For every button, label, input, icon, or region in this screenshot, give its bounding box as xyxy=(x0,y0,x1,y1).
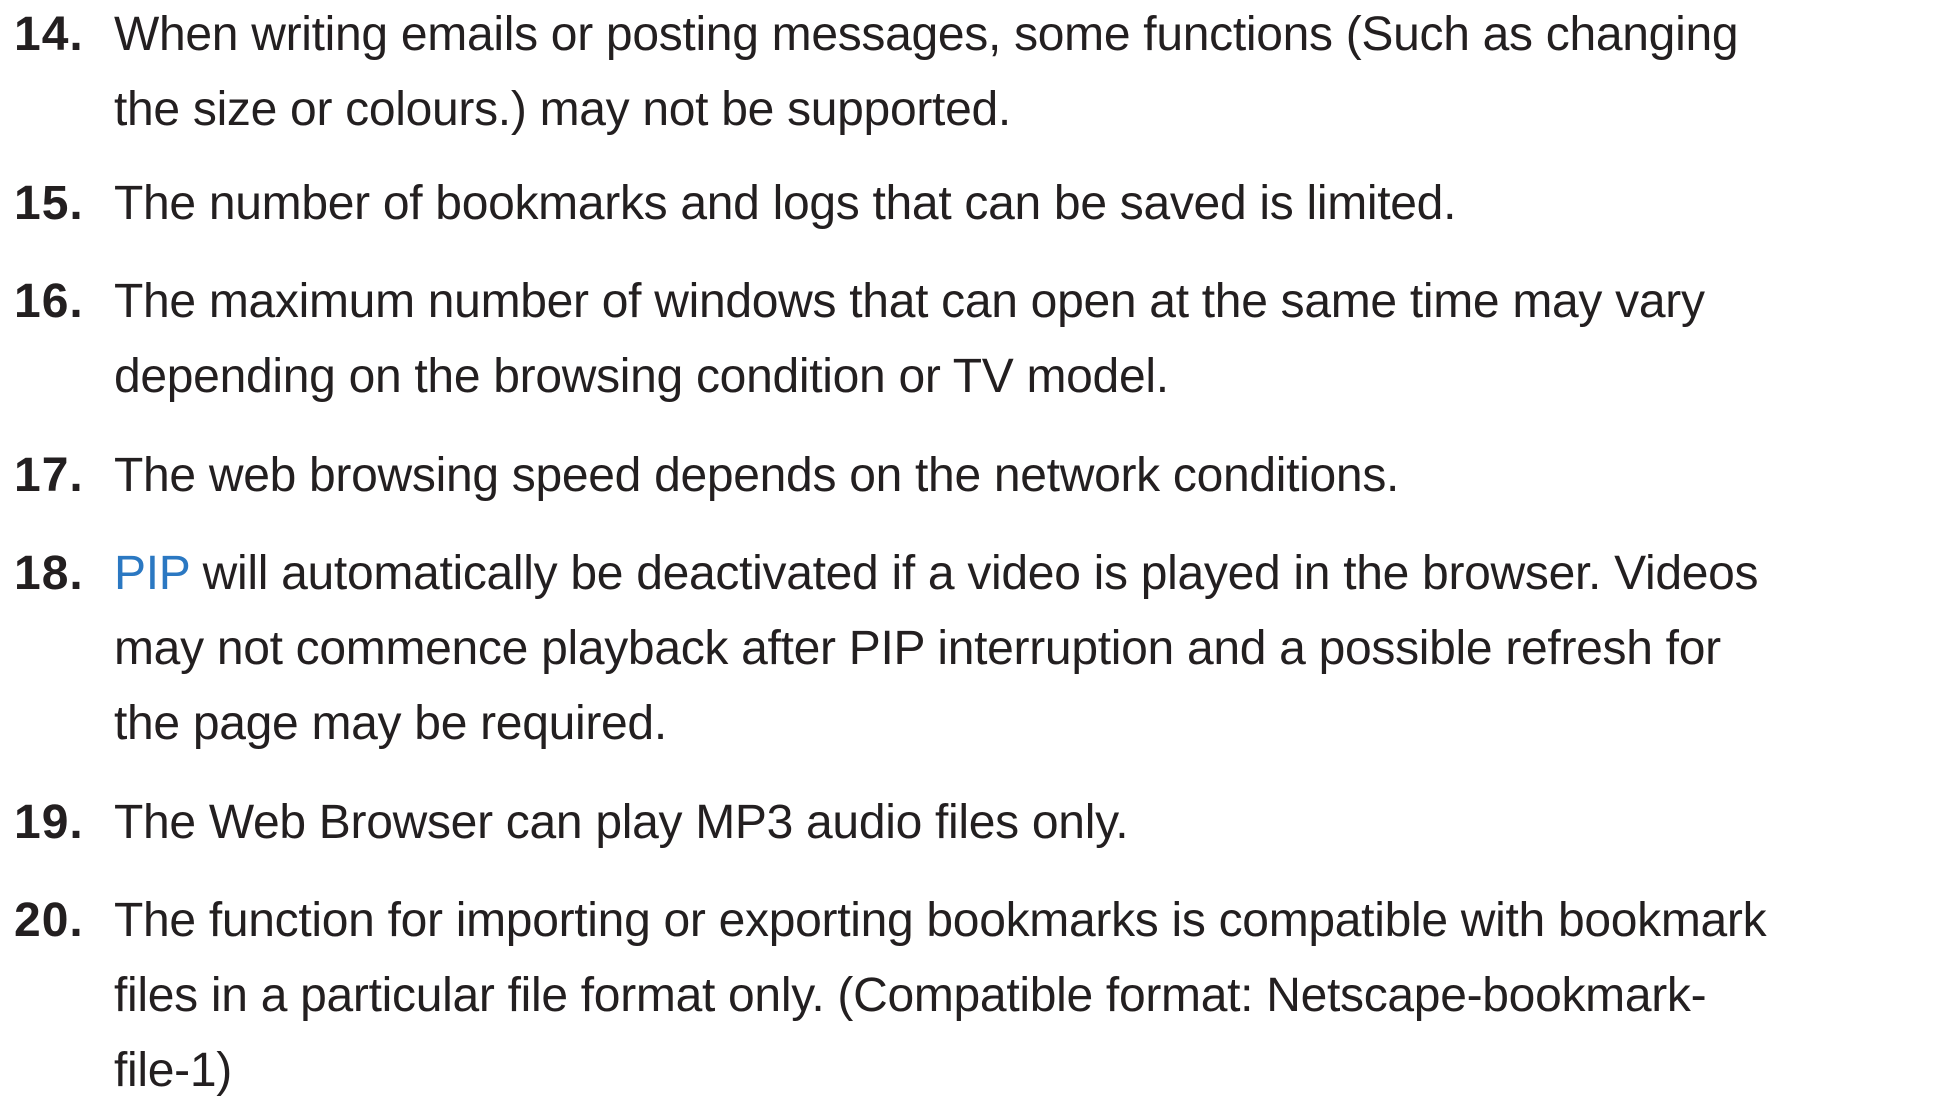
item-text-line: may not commence playback after PIP inte… xyxy=(114,622,1721,675)
item-number: 17. xyxy=(14,449,84,502)
item-text-segment: will automatically be deactivated if a v… xyxy=(189,547,1759,600)
item-number: 16. xyxy=(14,275,84,328)
item-text-line: the size or colours.) may not be support… xyxy=(114,83,1011,136)
item-text-line: PIP will automatically be deactivated if… xyxy=(114,536,1954,611)
item-number: 18. xyxy=(14,547,84,600)
item-text-line: the page may be required. xyxy=(114,697,667,750)
item-number: 14. xyxy=(14,8,84,61)
item-text-line: The function for importing or exporting … xyxy=(114,894,1767,947)
item-text: The number of bookmarks and logs that ca… xyxy=(114,166,1954,241)
item-text: The web browsing speed depends on the ne… xyxy=(114,438,1954,513)
item-text: PIP will automatically be deactivated if… xyxy=(114,536,1954,761)
item-number: 20. xyxy=(14,894,84,947)
item-text-line: The number of bookmarks and logs that ca… xyxy=(114,177,1457,230)
item-text-line: files in a particular file format only. … xyxy=(114,969,1707,1022)
item-number: 19. xyxy=(14,796,84,849)
item-text: When writing emails or posting messages,… xyxy=(114,0,1954,147)
pip-link[interactable]: PIP xyxy=(114,547,190,600)
item-text: The maximum number of windows that can o… xyxy=(114,264,1954,414)
item-text: The Web Browser can play MP3 audio files… xyxy=(114,785,1954,860)
item-text-line: file-1) xyxy=(114,1044,232,1097)
item-text-line: The Web Browser can play MP3 audio files… xyxy=(114,796,1129,849)
item-text-line: depending on the browsing condition or T… xyxy=(114,350,1169,403)
document-page: 14. When writing emails or posting messa… xyxy=(0,0,1957,1097)
item-text-line: When writing emails or posting messages,… xyxy=(114,8,1739,61)
item-text-line: The maximum number of windows that can o… xyxy=(114,275,1705,328)
item-number: 15. xyxy=(14,177,84,230)
item-text: The function for importing or exporting … xyxy=(114,883,1954,1108)
item-text-line: The web browsing speed depends on the ne… xyxy=(114,449,1400,502)
